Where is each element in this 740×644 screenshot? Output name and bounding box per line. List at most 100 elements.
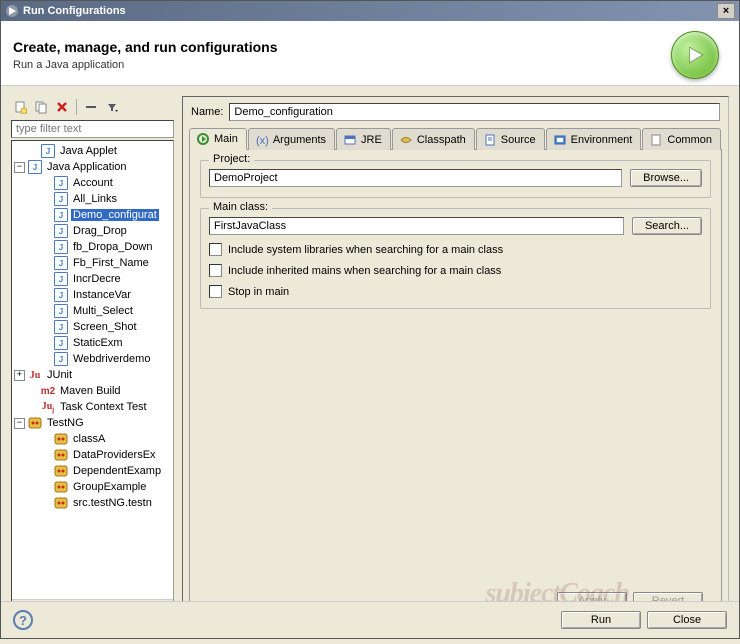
tree-item-label: Demo_configurat: [71, 209, 159, 221]
tree-item[interactable]: classA: [12, 431, 173, 447]
include-inherited-label: Include inherited mains when searching f…: [228, 265, 501, 277]
tree-item-label: JUnit: [45, 369, 74, 381]
run-icon: [671, 31, 719, 79]
run-button[interactable]: Run: [561, 611, 641, 629]
mainclass-input[interactable]: [209, 217, 624, 235]
main-tab-icon: [196, 132, 210, 146]
tree-item-label: Screen_Shot: [71, 321, 139, 333]
tab-arguments[interactable]: (x)=Arguments: [248, 128, 335, 150]
tree-item-label: Task Context Test: [58, 401, 149, 413]
junit-icon: Ju: [27, 367, 43, 383]
tree-item[interactable]: − TestNG: [12, 415, 173, 431]
java-icon: J: [53, 303, 69, 319]
tree-item[interactable]: JFb_First_Name: [12, 255, 173, 271]
duplicate-button[interactable]: [32, 98, 50, 116]
filter-dropdown-button[interactable]: [103, 98, 121, 116]
tree-item[interactable]: Jfb_Dropa_Down: [12, 239, 173, 255]
java-icon: J: [27, 159, 43, 175]
tab-label: Environment: [571, 134, 633, 146]
java-icon: J: [53, 223, 69, 239]
tree-item[interactable]: JWebdriverdemo: [12, 351, 173, 367]
name-label: Name:: [191, 106, 223, 118]
collapse-button[interactable]: [82, 98, 100, 116]
tree-item[interactable]: JIncrDecre: [12, 271, 173, 287]
java-icon: J: [53, 191, 69, 207]
new-config-button[interactable]: [11, 98, 29, 116]
tree-expander-icon[interactable]: −: [14, 162, 25, 173]
tree-item-label: Maven Build: [58, 385, 123, 397]
tree-item-label: TestNG: [45, 417, 86, 429]
left-toolbar: [11, 96, 174, 120]
tree-item[interactable]: JDrag_Drop: [12, 223, 173, 239]
tree-item[interactable]: +JuJUnit: [12, 367, 173, 383]
close-button[interactable]: ×: [717, 3, 735, 19]
tab-source[interactable]: Source: [476, 128, 545, 150]
tree-expander-icon[interactable]: −: [14, 418, 25, 429]
tree-item[interactable]: −JJava Application: [12, 159, 173, 175]
tab-common[interactable]: Common: [642, 128, 721, 150]
java-icon: J: [53, 255, 69, 271]
mainclass-label: Main class:: [209, 201, 272, 213]
source-tab-icon: [483, 133, 497, 147]
arguments-tab-icon: (x)=: [255, 133, 269, 147]
classpath-tab-icon: [399, 133, 413, 147]
config-tree[interactable]: JJava Applet−JJava ApplicationJAccountJA…: [11, 140, 174, 616]
delete-button[interactable]: [53, 98, 71, 116]
project-group: Project: Browse...: [200, 160, 711, 198]
java-icon: J: [53, 351, 69, 367]
filter-input[interactable]: [11, 120, 174, 138]
stop-in-main-checkbox[interactable]: [209, 285, 222, 298]
tree-item[interactable]: JStaticExm: [12, 335, 173, 351]
tree-item[interactable]: JujTask Context Test: [12, 399, 173, 415]
tab-classpath[interactable]: Classpath: [392, 128, 475, 150]
tree-item-label: Java Applet: [58, 145, 119, 157]
tree-item-label: GroupExample: [71, 481, 148, 493]
tab-label: Classpath: [417, 134, 466, 146]
svg-text:(x)=: (x)=: [256, 135, 269, 147]
project-label: Project:: [209, 153, 254, 165]
include-syslib-label: Include system libraries when searching …: [228, 244, 503, 256]
tab-jre[interactable]: JRE: [336, 128, 391, 150]
tab-label: Main: [214, 133, 238, 145]
tree-item-label: Webdriverdemo: [71, 353, 152, 365]
tree-item-label: Multi_Select: [71, 305, 135, 317]
tree-expander-icon[interactable]: +: [14, 370, 25, 381]
close-dialog-button[interactable]: Close: [647, 611, 727, 629]
testng-icon: [27, 415, 43, 431]
tree-item[interactable]: JAll_Links: [12, 191, 173, 207]
browse-button[interactable]: Browse...: [630, 169, 702, 187]
tree-item-label: All_Links: [71, 193, 119, 205]
tree-item-label: Java Application: [45, 161, 129, 173]
tree-item[interactable]: JInstanceVar: [12, 287, 173, 303]
tree-item-label: Fb_First_Name: [71, 257, 151, 269]
name-input[interactable]: [229, 103, 720, 121]
tab-main[interactable]: Main: [189, 128, 247, 150]
app-icon: [5, 4, 19, 18]
tree-item[interactable]: JJava Applet: [12, 143, 173, 159]
tree-item[interactable]: m2Maven Build: [12, 383, 173, 399]
java-icon: J: [53, 239, 69, 255]
search-button[interactable]: Search...: [632, 217, 702, 235]
help-button[interactable]: ?: [13, 610, 33, 630]
java-icon: J: [40, 143, 56, 159]
java-icon: J: [53, 287, 69, 303]
tab-environment[interactable]: Environment: [546, 128, 642, 150]
tree-item[interactable]: src.testNG.testn: [12, 495, 173, 511]
java-icon: J: [53, 271, 69, 287]
tree-item-label: src.testNG.testn: [71, 497, 154, 509]
tab-label: JRE: [361, 134, 382, 146]
tree-item[interactable]: GroupExample: [12, 479, 173, 495]
tree-item[interactable]: JDemo_configurat: [12, 207, 173, 223]
tree-item[interactable]: JAccount: [12, 175, 173, 191]
common-tab-icon: [649, 133, 663, 147]
tree-item[interactable]: DependentExamp: [12, 463, 173, 479]
include-syslib-checkbox[interactable]: [209, 243, 222, 256]
tree-item[interactable]: JScreen_Shot: [12, 319, 173, 335]
m2-icon: m2: [40, 383, 56, 399]
tree-item[interactable]: JMulti_Select: [12, 303, 173, 319]
project-input[interactable]: [209, 169, 622, 187]
tree-item-label: Account: [71, 177, 115, 189]
tree-item[interactable]: DataProvidersEx: [12, 447, 173, 463]
testng-icon: [53, 463, 69, 479]
include-inherited-checkbox[interactable]: [209, 264, 222, 277]
